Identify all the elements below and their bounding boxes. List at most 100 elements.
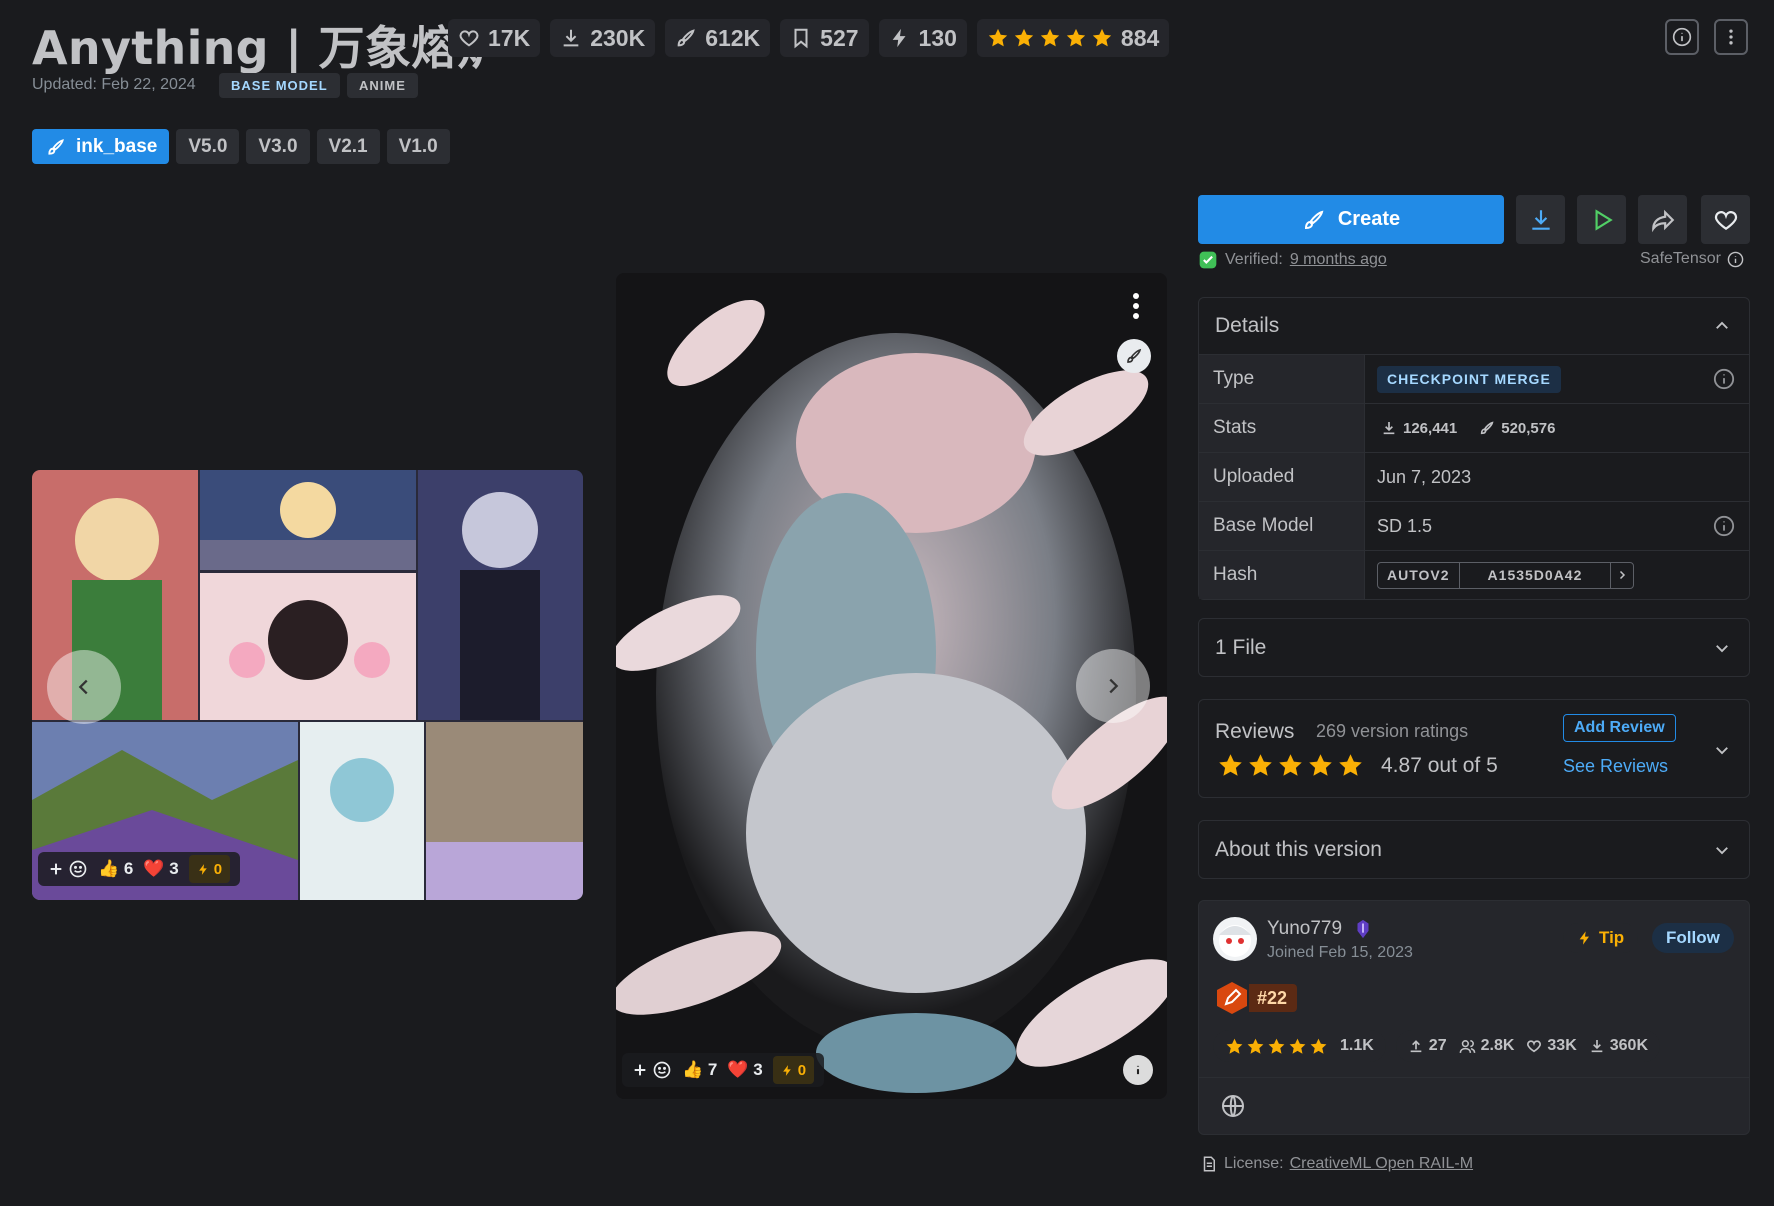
info-button[interactable] [1665, 19, 1699, 55]
creator-likes-count: 33K [1547, 1037, 1577, 1054]
type-label: Type [1199, 355, 1365, 403]
version-tab[interactable]: V5.0 [176, 129, 240, 164]
generations-stat[interactable]: 612K [665, 19, 771, 57]
star-icon [1268, 1038, 1285, 1054]
downloads-stat[interactable]: 230K [550, 19, 656, 57]
file-format: SafeTensor [1640, 250, 1744, 268]
prev-image-button[interactable] [47, 650, 121, 724]
share-icon [1651, 209, 1674, 232]
add-reaction-button[interactable] [48, 859, 88, 879]
details-row-uploaded: Uploaded Jun 7, 2023 [1199, 452, 1749, 501]
plus-icon [50, 863, 62, 875]
create-button[interactable]: Create [1198, 195, 1504, 244]
info-icon[interactable] [1727, 251, 1744, 268]
star-icon [1014, 28, 1034, 47]
rating-stat[interactable]: 884 [976, 19, 1170, 57]
image-menu-button[interactable] [1131, 291, 1141, 321]
website-link[interactable] [1221, 1094, 1245, 1118]
bookmarks-stat[interactable]: 527 [780, 19, 869, 57]
version-tab-active[interactable]: ink_base [32, 129, 170, 164]
image-info-button[interactable] [1123, 1055, 1153, 1085]
chevron-up-icon [1716, 321, 1728, 329]
thumbs-up-reaction[interactable]: 👍 7 [682, 1060, 717, 1080]
smile-icon [69, 860, 87, 878]
download-button[interactable] [1516, 195, 1565, 244]
download-icon [1531, 209, 1550, 230]
plus-icon [634, 1064, 646, 1076]
uploaded-label: Uploaded [1199, 453, 1365, 501]
reviews-count: 269 version ratings [1316, 721, 1469, 741]
type-badge: CHECKPOINT MERGE [1377, 365, 1561, 393]
file-format-label: SafeTensor [1640, 250, 1721, 267]
avatar[interactable] [1213, 917, 1257, 961]
bolt-icon [782, 1064, 791, 1076]
brush-icon [1127, 348, 1142, 363]
buzz-reaction[interactable]: 0 [772, 1056, 815, 1084]
bookmarks-count: 527 [820, 24, 859, 51]
rating-stars [987, 27, 1113, 49]
details-row-hash: Hash AUTOV2 A1535D0A42 [1199, 550, 1749, 599]
creator-name[interactable]: Yuno779 [1267, 918, 1342, 940]
license-link[interactable]: CreativeML Open RAIL-M [1290, 1155, 1473, 1173]
hash-value[interactable]: A1535D0A42 [1460, 563, 1611, 588]
star-icon [1279, 754, 1302, 776]
star-icon [1219, 754, 1242, 776]
heart-reaction[interactable]: ❤️ 3 [143, 859, 178, 879]
download-icon [1591, 1040, 1603, 1053]
chevron-right-icon [1109, 678, 1119, 694]
heart-count: 3 [753, 1060, 763, 1079]
dots-vertical-icon [1133, 293, 1139, 319]
buzz-count: 0 [797, 1061, 807, 1079]
details-header[interactable]: Details [1199, 298, 1749, 354]
next-image-button[interactable] [1076, 649, 1150, 723]
heart-icon [459, 30, 479, 47]
hash-selector[interactable]: AUTOV2 A1535D0A42 [1377, 561, 1635, 589]
version-tabs: ink_base V5.0 V3.0 V2.1 V1.0 [32, 129, 450, 164]
remix-button[interactable] [1117, 339, 1151, 373]
gallery-image-main[interactable]: 👍 7 ❤️ 3 0 [616, 273, 1167, 1099]
creator-stats: 1.1K 27 2.8K 33K 360K [1213, 1030, 1660, 1062]
star-icon [1092, 28, 1112, 47]
creator-joined: Joined Feb 15, 2023 [1267, 944, 1413, 961]
buzz-stat[interactable]: 130 [878, 19, 967, 57]
thumbs-up-reaction[interactable]: 👍 6 [98, 859, 133, 879]
more-options-button[interactable] [1714, 19, 1748, 55]
gallery-image-collage[interactable]: 👍 6 ❤️ 3 0 [32, 470, 583, 900]
tip-button[interactable]: Tip [1563, 923, 1639, 953]
like-button[interactable] [1701, 195, 1750, 244]
creator-stats-pill: 27 2.8K 33K 360K [1395, 1030, 1660, 1062]
version-tab[interactable]: V2.1 [316, 129, 380, 164]
info-icon[interactable] [1713, 368, 1735, 390]
document-icon [1203, 1156, 1215, 1172]
chevron-down-icon [1716, 644, 1728, 652]
download-icon [1383, 422, 1395, 435]
share-button[interactable] [1638, 195, 1687, 244]
see-reviews-link[interactable]: See Reviews [1563, 756, 1668, 777]
files-panel[interactable]: 1 File [1198, 618, 1750, 677]
add-review-button[interactable]: Add Review [1563, 714, 1676, 742]
create-label: Create [1337, 208, 1401, 230]
follow-button[interactable]: Follow [1652, 923, 1734, 953]
verified-time[interactable]: 9 months ago [1290, 251, 1387, 269]
creator-stars [1225, 1037, 1328, 1056]
version-tab[interactable]: V3.0 [246, 129, 310, 164]
chevron-down-icon[interactable] [1713, 741, 1731, 759]
creator-rating-count: 1.1K [1340, 1037, 1374, 1054]
bolt-icon [892, 28, 906, 48]
license-info: License: CreativeML Open RAIL-M [1200, 1155, 1473, 1173]
add-reaction-button[interactable] [632, 1060, 672, 1080]
hash-next[interactable] [1610, 562, 1633, 588]
buzz-reaction[interactable]: 0 [188, 855, 231, 883]
heart-count: 3 [169, 859, 179, 878]
version-tab[interactable]: V1.0 [386, 129, 450, 164]
about-heading: About this version [1215, 837, 1382, 861]
info-icon[interactable] [1713, 515, 1735, 537]
about-panel[interactable]: About this version [1198, 820, 1750, 879]
heart-reaction[interactable]: ❤️ 3 [727, 1060, 762, 1080]
buzz-count: 130 [918, 24, 957, 51]
base-model-value: SD 1.5 [1377, 515, 1433, 536]
details-row-stats: Stats 126,441 520,576 [1199, 403, 1749, 452]
run-button[interactable] [1577, 195, 1626, 244]
likes-stat[interactable]: 17K [448, 19, 541, 57]
star-icon [1309, 754, 1332, 776]
